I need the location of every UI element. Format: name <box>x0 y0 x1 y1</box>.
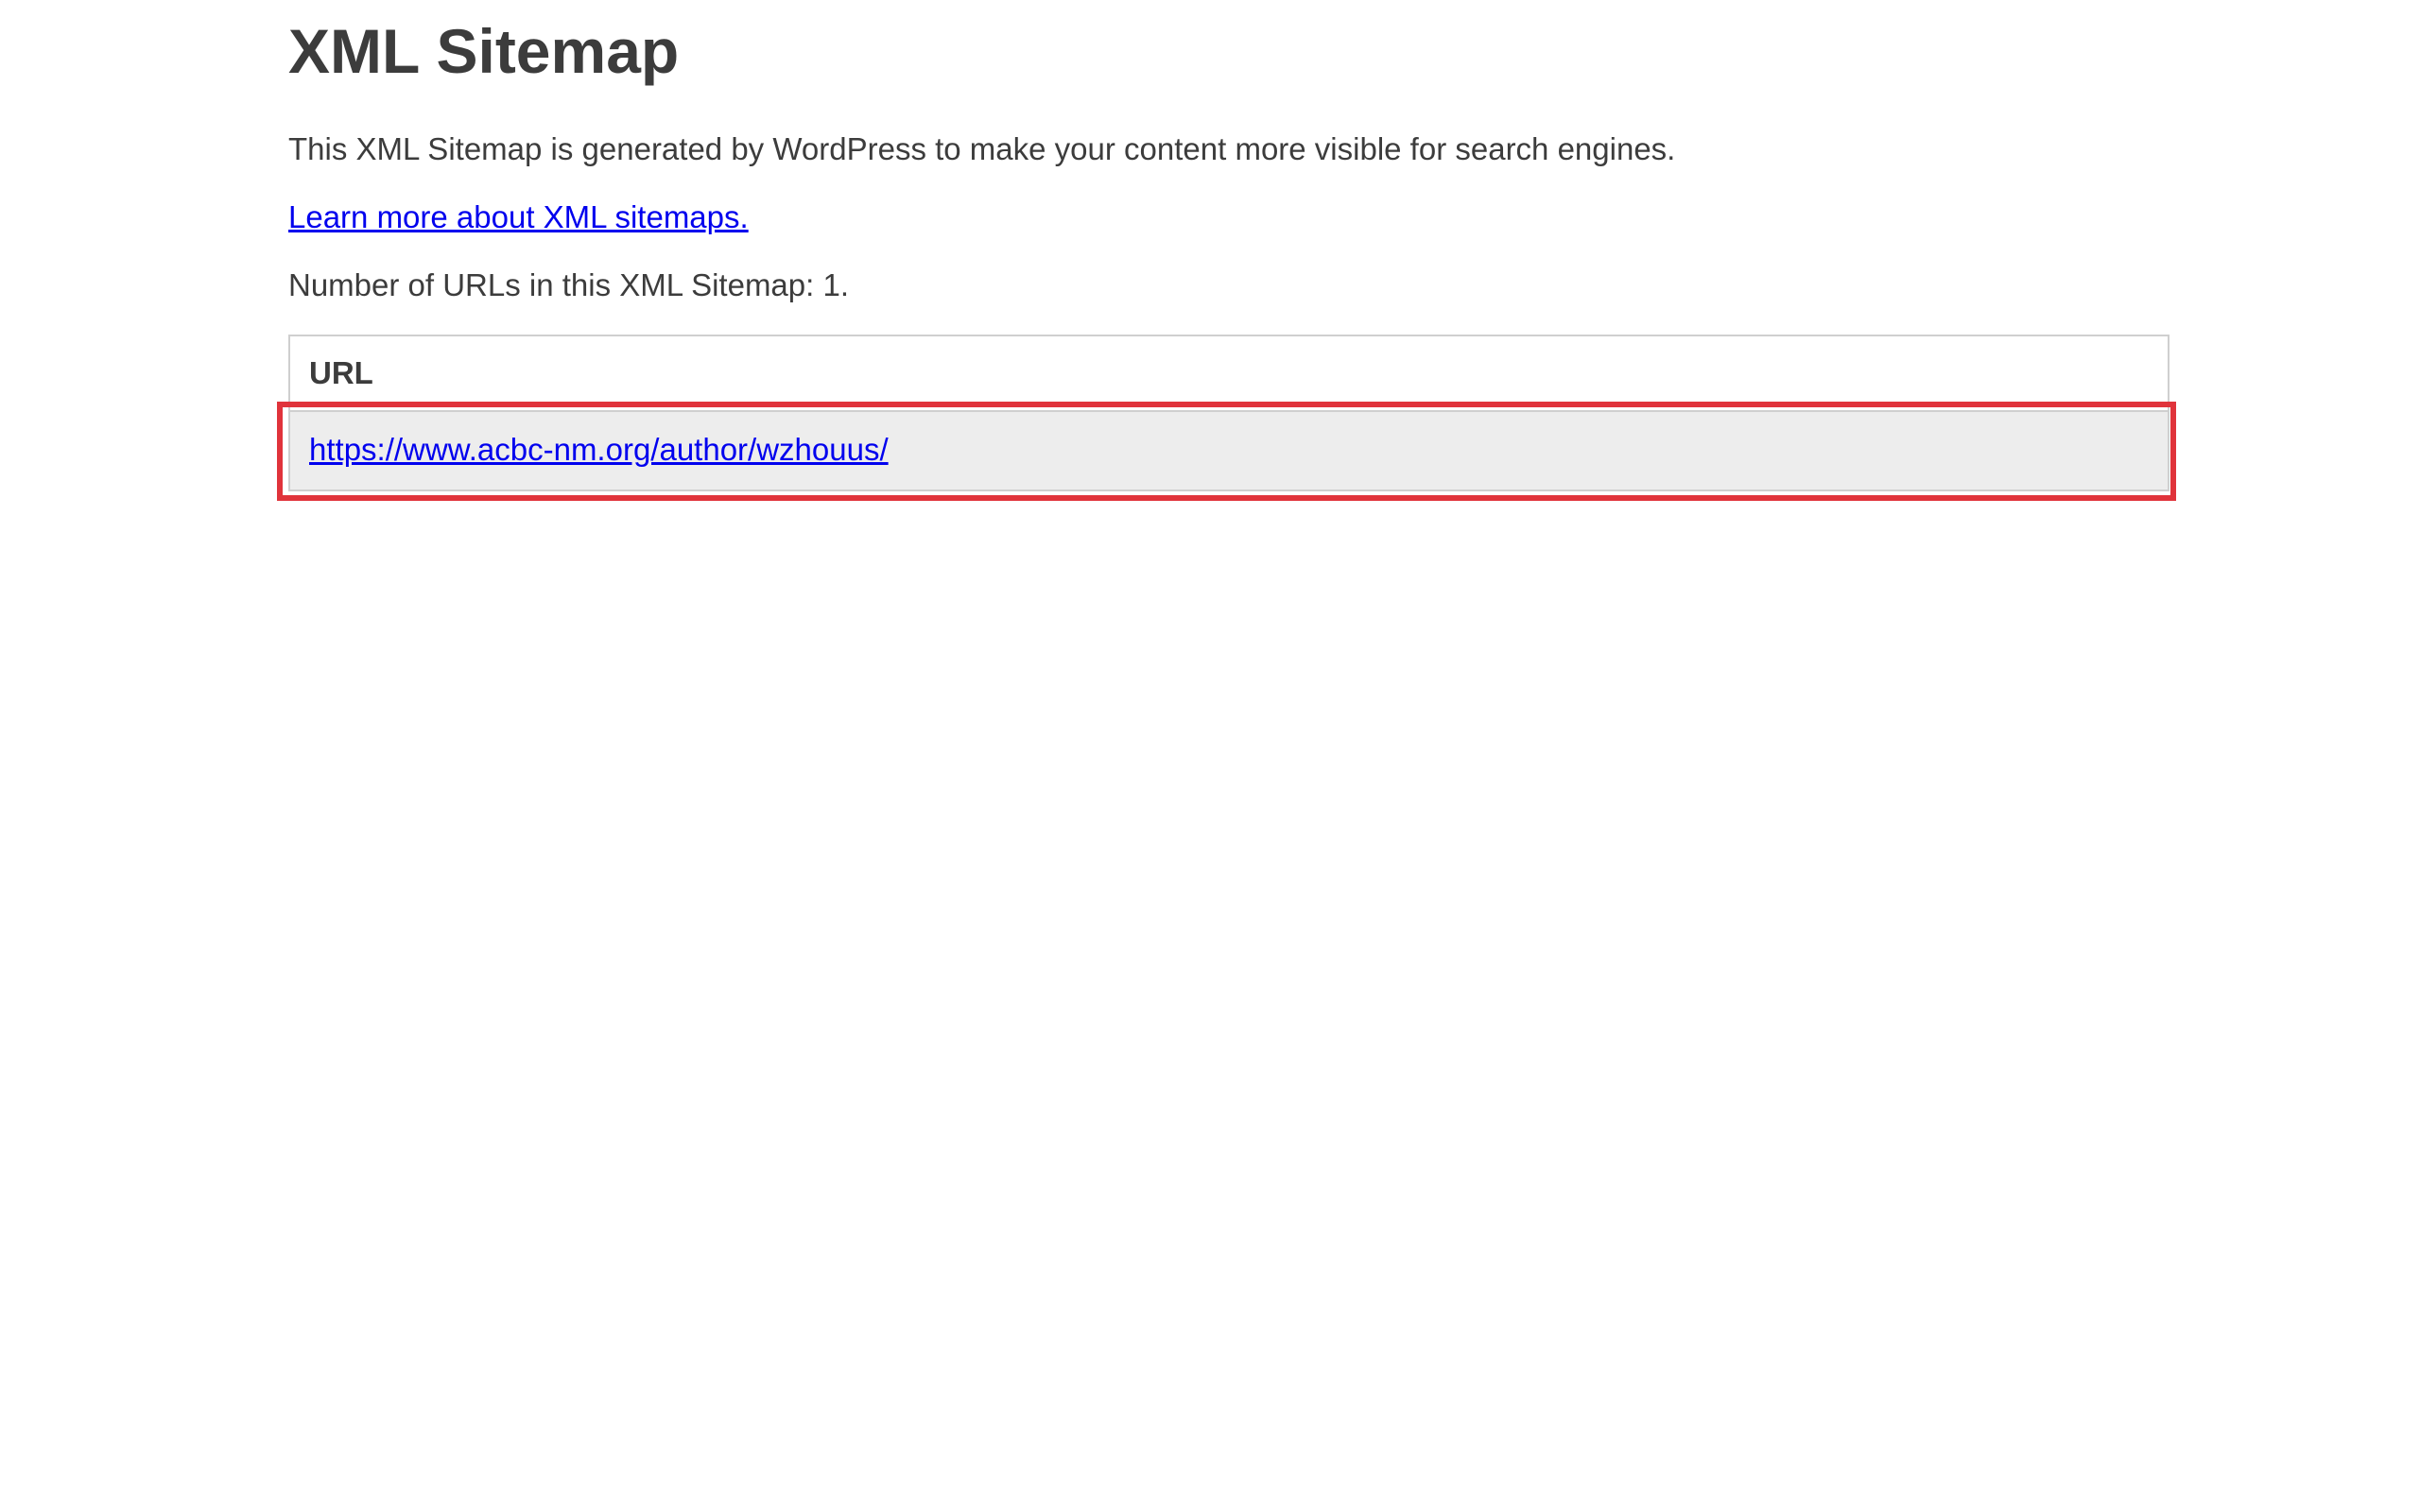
sitemap-description: This XML Sitemap is generated by WordPre… <box>288 131 1676 166</box>
page-title: XML Sitemap <box>288 16 680 86</box>
table-row: https://www.acbc-nm.org/author/wzhouus/ <box>290 410 2168 490</box>
sitemap-url-link[interactable]: https://www.acbc-nm.org/author/wzhouus/ <box>309 432 889 467</box>
url-count-text: Number of URLs in this XML Sitemap: 1. <box>288 267 850 302</box>
column-header-url: URL <box>309 355 373 390</box>
learn-more-link[interactable]: Learn more about XML sitemaps. <box>288 198 749 236</box>
sitemap-table: URL https://www.acbc-nm.org/author/wzhou… <box>288 335 2169 491</box>
